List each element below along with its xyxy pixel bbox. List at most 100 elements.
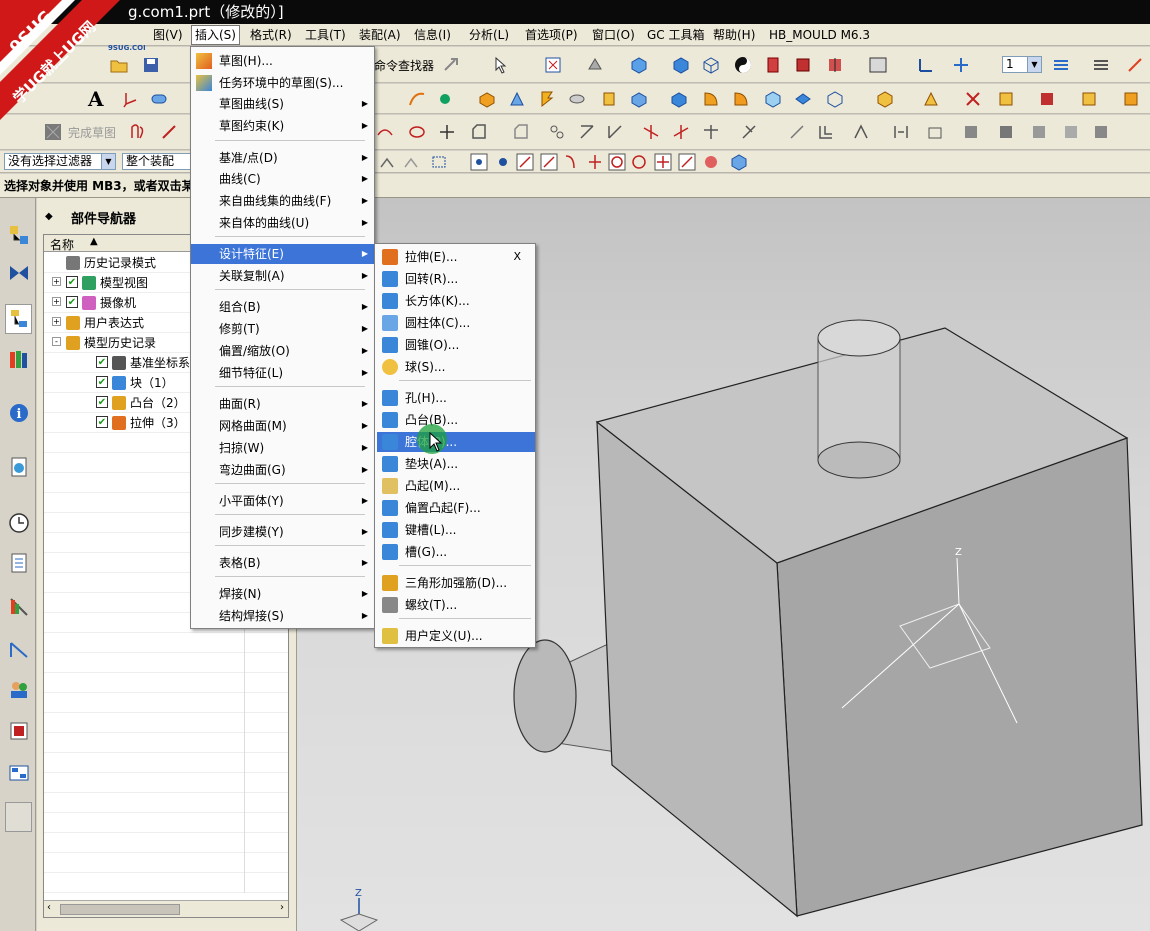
design-feature-item[interactable]: 圆锥(O)...: [377, 335, 535, 355]
insert-menu-item[interactable]: 偏置/缩放(O) ▶: [191, 341, 374, 361]
type-filter-select[interactable]: 没有选择过滤器 ▼: [4, 153, 116, 170]
insert-menu-item[interactable]: 扫掠(W) ▶: [191, 438, 374, 458]
selection-scope-select[interactable]: 整个装配: [122, 153, 192, 170]
design-feature-item[interactable]: 偏置凸起(F)...: [377, 498, 535, 518]
snap-icon[interactable]: [376, 151, 398, 173]
insert-menu-item[interactable]: 草图(H)...: [191, 51, 374, 71]
extrude-icon[interactable]: [506, 88, 528, 110]
point-on-surface-icon[interactable]: [700, 151, 722, 173]
trimetric-icon[interactable]: [670, 54, 692, 76]
design-feature-item[interactable]: 用户定义(U)...: [377, 626, 535, 646]
insert-menu-item[interactable]: 曲面(R) ▶: [191, 394, 374, 414]
update-model-icon[interactable]: [960, 121, 982, 143]
edge-blend-icon[interactable]: [700, 88, 722, 110]
layer-settings-icon[interactable]: [1050, 54, 1072, 76]
constraint-navigator-icon[interactable]: [5, 258, 32, 288]
rectangle-select-icon[interactable]: [428, 151, 450, 173]
design-feature-item[interactable]: 孔(H)...: [377, 388, 535, 408]
clip-icon[interactable]: [792, 54, 814, 76]
insert-menu-item[interactable]: 来自体的曲线(U) ▶: [191, 213, 374, 233]
blank-tab-icon[interactable]: [5, 802, 32, 832]
subtract-icon[interactable]: [920, 88, 942, 110]
boss-icon[interactable]: [598, 88, 620, 110]
insert-menu-item[interactable]: 草图曲线(S) ▶: [191, 94, 374, 114]
alt-solution-icon[interactable]: [890, 121, 912, 143]
web-browser-icon[interactable]: [5, 452, 32, 482]
rectangle-icon[interactable]: [510, 121, 532, 143]
quick-extend-icon[interactable]: [670, 121, 692, 143]
insert-menu-item[interactable]: 来自曲线集的曲线(F) ▶: [191, 191, 374, 211]
existing-point-icon[interactable]: [652, 151, 674, 173]
sketch-point-icon[interactable]: [436, 121, 458, 143]
insert-menu-item[interactable]: 任务环境中的草图(S)...: [191, 73, 374, 93]
insert-menu-item[interactable]: 结构焊接(S) ▶: [191, 606, 374, 626]
orient-view-icon[interactable]: [628, 54, 650, 76]
menu-analysis[interactable]: 分析(L): [466, 26, 512, 44]
expand-icon[interactable]: +: [52, 277, 61, 286]
offset-face-icon[interactable]: [1120, 88, 1142, 110]
scroll-left-icon[interactable]: ‹: [47, 902, 51, 913]
menu-gc-toolkit[interactable]: GC 工具箱: [644, 26, 708, 44]
shell-icon[interactable]: [792, 88, 814, 110]
end-point-icon[interactable]: [514, 151, 536, 173]
insert-menu-item[interactable]: 表格(B) ▶: [191, 553, 374, 573]
visibility-checkbox[interactable]: ✔: [96, 376, 108, 388]
pin-icon[interactable]: ◆: [45, 211, 53, 222]
hole-icon[interactable]: [566, 88, 588, 110]
trim-body-icon[interactable]: [995, 88, 1017, 110]
revolve-icon[interactable]: [536, 88, 558, 110]
wcs-icon[interactable]: [915, 54, 937, 76]
wireframe-icon[interactable]: [700, 54, 722, 76]
snap-point-icon[interactable]: [492, 151, 514, 173]
fit-icon[interactable]: [542, 54, 564, 76]
line-icon[interactable]: [158, 121, 180, 143]
scroll-right-icon[interactable]: ›: [280, 902, 284, 913]
fillet-icon[interactable]: [468, 121, 490, 143]
hd3d-tools-icon[interactable]: i: [5, 398, 32, 428]
insert-menu-item[interactable]: 组合(B) ▶: [191, 297, 374, 317]
visibility-checkbox[interactable]: ✔: [66, 296, 78, 308]
face-blend-icon[interactable]: [762, 88, 784, 110]
arc-icon[interactable]: [374, 121, 396, 143]
intersect-icon[interactable]: [962, 88, 984, 110]
command-finder-label[interactable]: 命令查找器: [374, 57, 434, 74]
part-navigator-tab-icon[interactable]: [5, 304, 32, 334]
insert-menu-item[interactable]: 草图约束(K) ▶: [191, 116, 374, 136]
menu-preferences[interactable]: 首选项(P): [522, 26, 581, 44]
menu-insert[interactable]: 插入(S): [191, 25, 240, 45]
select-tool-icon[interactable]: [490, 54, 512, 76]
yin-yang-icon[interactable]: [732, 54, 754, 76]
circle-icon[interactable]: [406, 121, 428, 143]
manufacturing-wizard-icon[interactable]: [5, 592, 32, 622]
draft-icon[interactable]: [824, 88, 846, 110]
polygon-icon[interactable]: [546, 121, 568, 143]
design-feature-item[interactable]: 槽(G)...: [377, 542, 535, 562]
quadrant-point-icon[interactable]: [628, 151, 650, 173]
reattach-icon[interactable]: [1028, 121, 1050, 143]
intersection-point-icon[interactable]: [584, 151, 606, 173]
menu-window[interactable]: 窗口(O): [589, 26, 638, 44]
curve-icon[interactable]: [406, 88, 428, 110]
insert-menu-item[interactable]: 曲线(C) ▶: [191, 169, 374, 189]
studio-spline-icon[interactable]: [576, 121, 598, 143]
make-corner-icon[interactable]: [700, 121, 722, 143]
constraints-icon[interactable]: [738, 121, 760, 143]
layout-icon[interactable]: [5, 758, 32, 788]
command-finder-icon[interactable]: [440, 54, 462, 76]
dimension-icon[interactable]: [786, 121, 808, 143]
insert-menu-item[interactable]: 关联复制(A) ▶: [191, 266, 374, 286]
sketch-settings-icon[interactable]: [1060, 121, 1082, 143]
insert-menu-item[interactable]: 网格曲面(M) ▶: [191, 416, 374, 436]
menu-hb-mould[interactable]: HB_MOULD M6.3: [766, 26, 873, 44]
roles-icon[interactable]: [5, 634, 32, 664]
insert-menu-item[interactable]: 弯边曲面(G) ▶: [191, 460, 374, 480]
scroll-thumb[interactable]: [60, 904, 180, 915]
snap-toggle-icon[interactable]: [400, 151, 422, 173]
expand-icon[interactable]: +: [52, 297, 61, 306]
menu-view[interactable]: 图(V): [150, 26, 186, 44]
cylinder-icon[interactable]: [148, 88, 170, 110]
insert-menu-item[interactable]: 同步建模(Y) ▶: [191, 522, 374, 542]
background-icon[interactable]: [867, 54, 889, 76]
design-feature-item[interactable]: 腔体(P)...: [377, 432, 535, 452]
wcs-dynamics-icon[interactable]: [1124, 54, 1146, 76]
